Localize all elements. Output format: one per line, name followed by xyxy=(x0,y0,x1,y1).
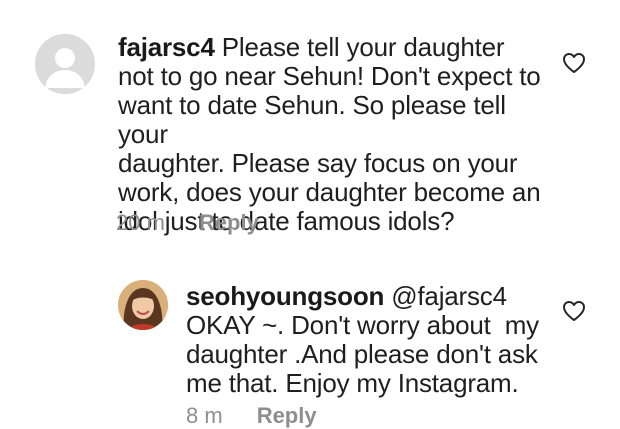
comment-text-line: OKAY ~. Don't worry about my xyxy=(186,310,539,340)
comment-username[interactable]: seohyoungsoon xyxy=(186,281,384,311)
heart-outline-icon[interactable] xyxy=(562,52,586,74)
comment-username[interactable]: fajarsc4 xyxy=(118,32,215,62)
comment-text-line: me that. Enjoy my Instagram. xyxy=(186,368,519,398)
comment-body: seohyoungsoon @fajarsc4 OKAY ~. Don't wo… xyxy=(186,282,556,398)
comment-thread: fajarsc4 Please tell your daughter not t… xyxy=(0,0,620,429)
comment-text-line: not to go near Sehun! Don't expect to xyxy=(118,61,541,91)
heart-outline-icon[interactable] xyxy=(562,300,586,322)
reply-button[interactable]: Reply xyxy=(257,403,317,429)
comment-line: fajarsc4 Please tell your daughter xyxy=(118,33,558,62)
comment-seohyoungsoon: seohyoungsoon @fajarsc4 OKAY ~. Don't wo… xyxy=(0,250,620,429)
comment-timestamp: 20 m xyxy=(116,210,165,235)
comment-body: fajarsc4 Please tell your daughter not t… xyxy=(118,33,558,236)
comment-text-line: daughter. Please say focus on your xyxy=(118,148,518,178)
comment-meta: 20 m Reply xyxy=(116,210,259,236)
user-silhouette-icon xyxy=(35,34,95,94)
comment-timestamp: 8 m xyxy=(186,403,223,428)
comment-fajarsc4: fajarsc4 Please tell your daughter not t… xyxy=(0,0,620,250)
profile-photo-avatar[interactable] xyxy=(118,280,168,330)
comment-text-line: Please tell your daughter xyxy=(221,32,505,62)
mention-link[interactable]: @fajarsc4 xyxy=(391,281,507,311)
comment-text-line: daughter .And please don't ask xyxy=(186,339,538,369)
default-user-avatar-icon[interactable] xyxy=(35,34,95,94)
profile-photo-image xyxy=(118,280,168,330)
comment-meta: 8 m Reply xyxy=(186,403,317,429)
comment-text-line: want to date Sehun. So please tell your xyxy=(118,90,506,149)
comment-text-line: work, does your daughter become an xyxy=(118,177,541,207)
reply-button[interactable]: Reply xyxy=(199,210,259,236)
comment-line: seohyoungsoon @fajarsc4 xyxy=(186,282,556,311)
